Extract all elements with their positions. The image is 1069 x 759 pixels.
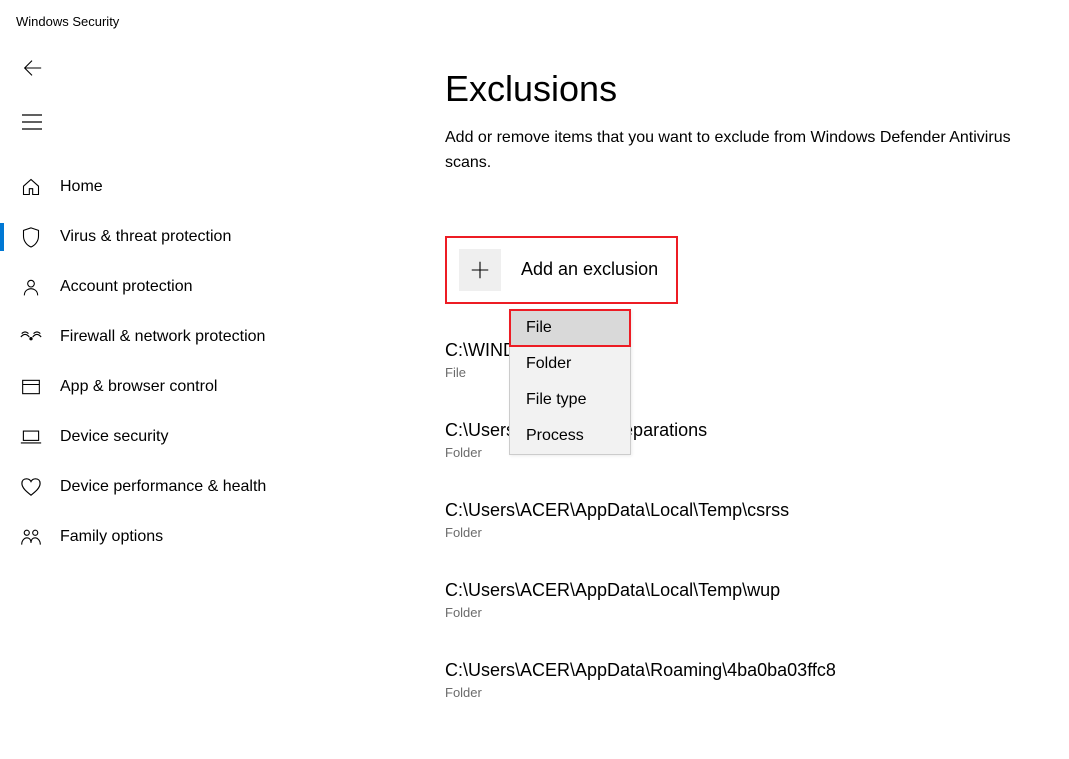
sidebar-item-label: Account protection <box>60 278 193 296</box>
home-icon <box>20 176 42 198</box>
sidebar-item-firewall[interactable]: Firewall & network protection <box>0 312 320 362</box>
sidebar-item-family[interactable]: Family options <box>0 512 320 562</box>
hamburger-icon <box>22 114 42 130</box>
dropdown-item-file-type[interactable]: File type <box>510 382 630 418</box>
exclusion-item[interactable]: C:\Users\ACER\AppData\Roaming\4ba0ba03ff… <box>445 660 1049 700</box>
sidebar-item-label: Firewall & network protection <box>60 328 265 346</box>
sidebar-item-device-security[interactable]: Device security <box>0 412 320 462</box>
shield-icon <box>20 226 42 248</box>
laptop-icon <box>20 426 42 448</box>
app-title: Windows Security <box>0 0 1069 29</box>
dropdown-item-process[interactable]: Process <box>510 418 630 454</box>
add-exclusion-dropdown: File Folder File type Process <box>509 309 631 455</box>
exclusion-item[interactable]: C:\Users\ACER\AppData\Local\Temp\csrss F… <box>445 500 1049 540</box>
heart-icon <box>20 476 42 498</box>
sidebar-item-account[interactable]: Account protection <box>0 262 320 312</box>
exclusion-path: C:\Users\ACER\AppData\Local\Temp\csrss <box>445 500 1049 521</box>
sidebar-item-app-browser[interactable]: App & browser control <box>0 362 320 412</box>
add-exclusion-button[interactable]: Add an exclusion <box>445 236 678 304</box>
sidebar-item-home[interactable]: Home <box>0 162 320 212</box>
sidebar-item-label: Virus & threat protection <box>60 228 231 246</box>
exclusion-path: C:\Users\ACER\AppData\Local\Temp\wup <box>445 580 1049 601</box>
page-description: Add or remove items that you want to exc… <box>445 126 1040 176</box>
page-title: Exclusions <box>445 68 1049 110</box>
sidebar-item-label: Device security <box>60 428 168 446</box>
signal-icon <box>20 326 42 348</box>
back-arrow-icon <box>21 57 43 79</box>
sidebar-item-label: Family options <box>60 528 163 546</box>
sidebar-item-label: Home <box>60 178 103 196</box>
exclusion-path: C:\Users\ACER\AppData\Roaming\4ba0ba03ff… <box>445 660 1049 681</box>
menu-button[interactable] <box>20 110 44 134</box>
browser-icon <box>20 376 42 398</box>
family-icon <box>20 526 42 548</box>
sidebar-item-label: Device performance & health <box>60 478 266 496</box>
dropdown-item-file[interactable]: File <box>510 310 630 346</box>
exclusion-type: Folder <box>445 685 1049 700</box>
sidebar-item-performance-health[interactable]: Device performance & health <box>0 462 320 512</box>
exclusion-item[interactable]: C:\Users\ACER\AppData\Local\Temp\wup Fol… <box>445 580 1049 620</box>
back-button[interactable] <box>20 56 44 80</box>
person-icon <box>20 276 42 298</box>
sidebar-item-label: App & browser control <box>60 378 217 396</box>
add-exclusion-label: Add an exclusion <box>521 259 658 280</box>
exclusion-type: Folder <box>445 605 1049 620</box>
plus-icon <box>459 249 501 291</box>
exclusion-type: Folder <box>445 525 1049 540</box>
dropdown-item-folder[interactable]: Folder <box>510 346 630 382</box>
sidebar: Home Virus & threat protection Account p… <box>0 162 320 562</box>
sidebar-item-virus-threat[interactable]: Virus & threat protection <box>0 212 320 262</box>
